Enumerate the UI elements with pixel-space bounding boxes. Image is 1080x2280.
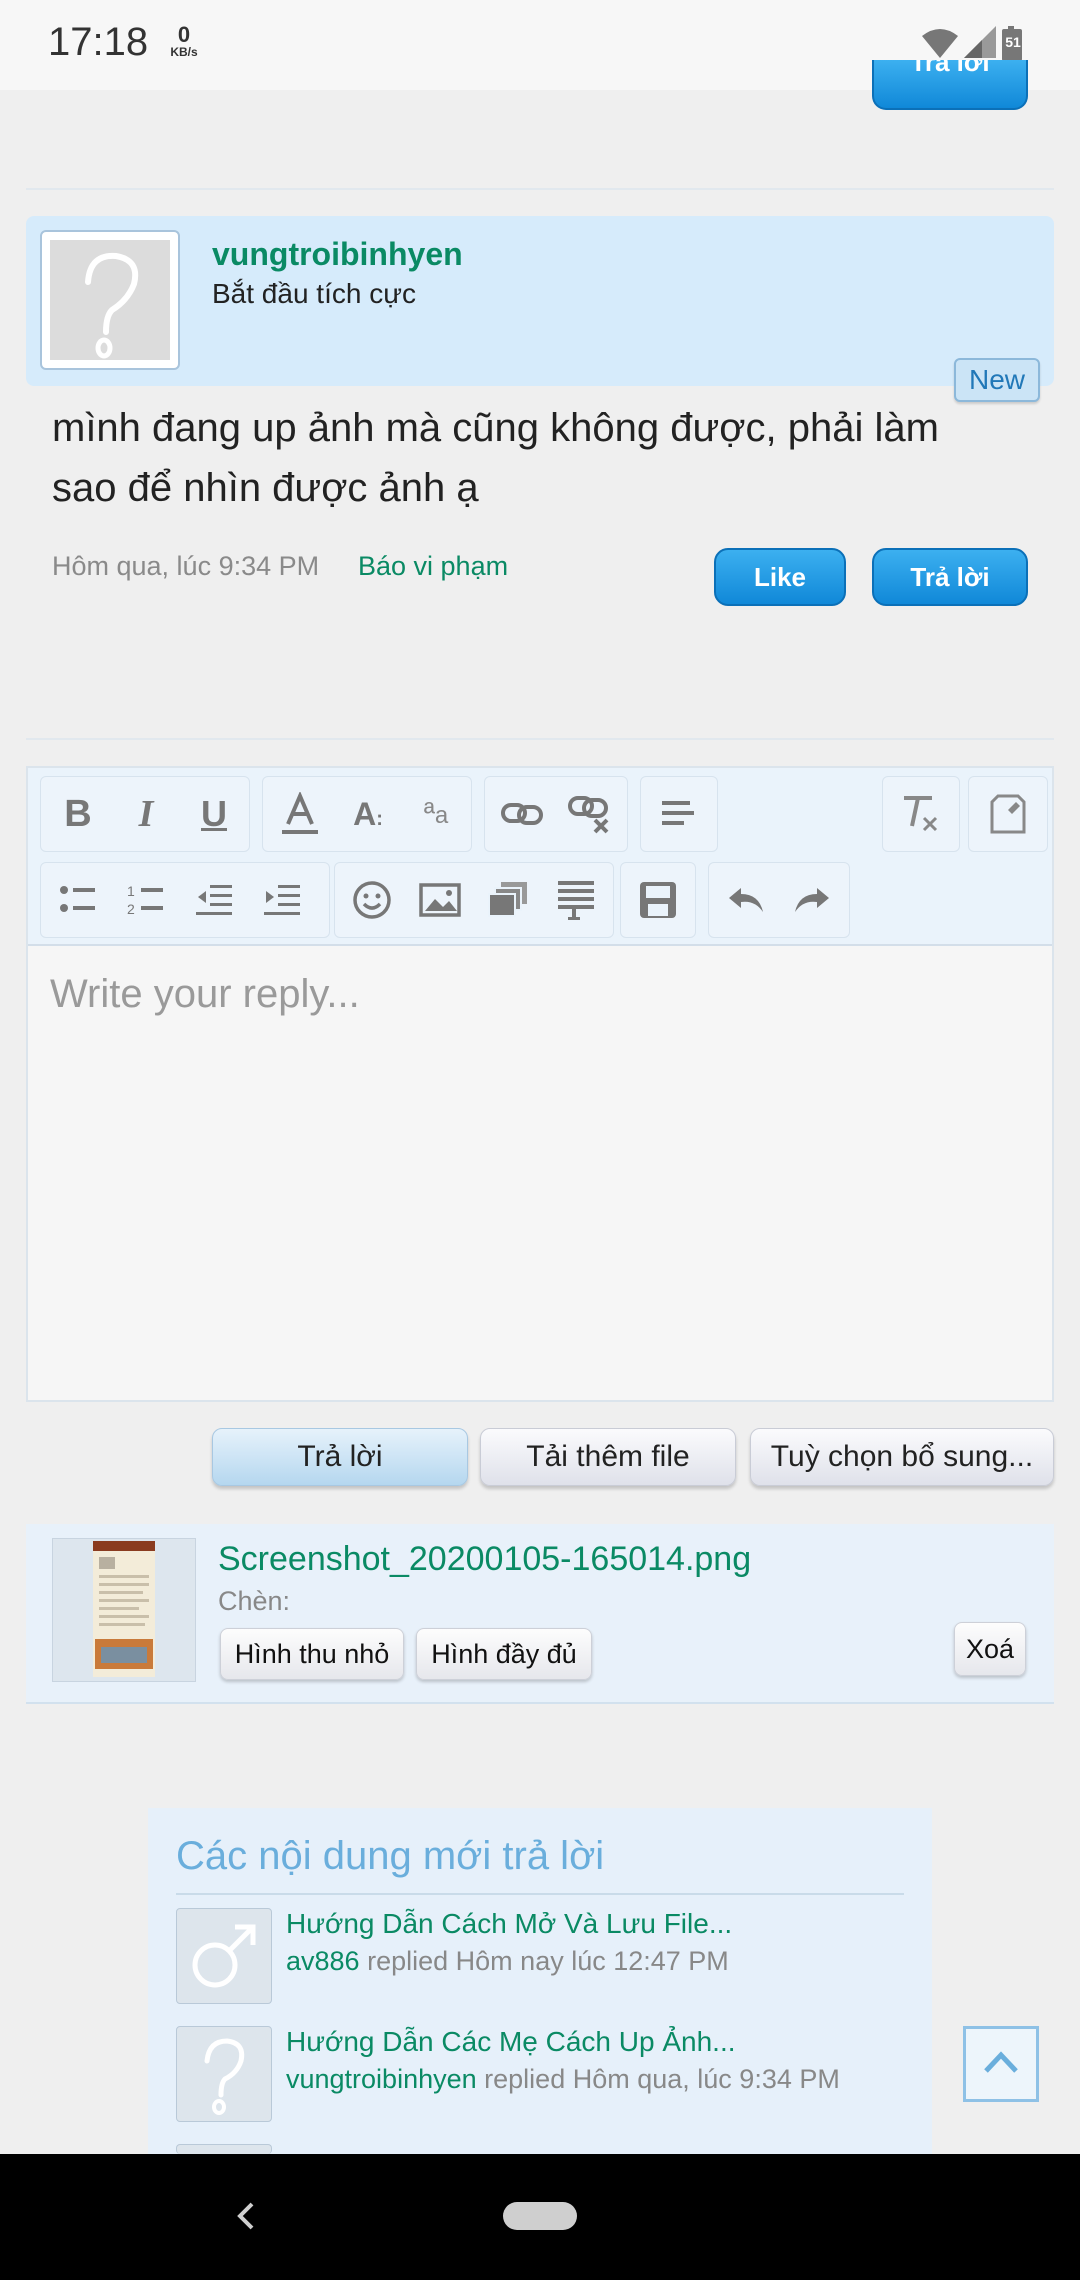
attachment-filename[interactable]: Screenshot_20200105-165014.png bbox=[218, 1540, 751, 1579]
reply-button[interactable]: Trả lời bbox=[872, 548, 1028, 606]
recent-thread-title[interactable]: Hướng Dẫn Cách Mở Và Lưu File... bbox=[286, 1908, 732, 1940]
editor-divider bbox=[26, 738, 1054, 740]
recent-thread-time: Hôm nay lúc 12:47 PM bbox=[455, 1946, 729, 1976]
back-icon[interactable] bbox=[226, 2196, 266, 2236]
more-options-button[interactable]: Tuỳ chọn bổ sung... bbox=[750, 1428, 1054, 1486]
svg-text:1: 1 bbox=[127, 883, 135, 899]
insert-label: Chèn: bbox=[218, 1586, 291, 1616]
post-date[interactable]: Hôm qua, lúc 9:34 PM bbox=[52, 551, 319, 582]
post-divider bbox=[26, 188, 1054, 190]
post-user-title: Bắt đầu tích cực bbox=[212, 278, 416, 309]
thread-avatar-partial bbox=[176, 2144, 272, 2154]
quote-icon[interactable] bbox=[548, 872, 604, 928]
recent-thread-time: Hôm qua, lúc 9:34 PM bbox=[572, 2064, 840, 2094]
italic-icon[interactable]: I bbox=[118, 786, 174, 842]
scroll-to-top-button[interactable] bbox=[963, 2026, 1039, 2102]
editor-toolbar: B I U A: ªa 12 bbox=[28, 768, 1052, 944]
toolbar-divider bbox=[28, 944, 1052, 946]
insert-thumbnail-button[interactable]: Hình thu nhỏ bbox=[220, 1628, 404, 1680]
undo-icon[interactable] bbox=[718, 872, 774, 928]
bullet-list-icon[interactable] bbox=[50, 872, 106, 928]
home-pill-button[interactable] bbox=[503, 2202, 577, 2230]
post-message: mình đang up ảnh mà cũng không được, phả… bbox=[52, 406, 939, 510]
font-family-icon[interactable]: ªa bbox=[408, 786, 464, 842]
recent-thread-title[interactable]: Hướng Dẫn Các Mẹ Cách Up Ảnh... bbox=[286, 2026, 736, 2058]
like-button[interactable]: Like bbox=[714, 548, 846, 606]
chevron-up-icon bbox=[984, 2051, 1018, 2073]
recent-thread-replied: replied bbox=[484, 2064, 566, 2094]
toggle-source-icon[interactable] bbox=[980, 786, 1036, 842]
post-username[interactable]: vungtroibinhyen bbox=[212, 236, 463, 273]
align-icon[interactable] bbox=[650, 786, 706, 842]
recent-thread-user[interactable]: av886 bbox=[286, 1946, 360, 1976]
redo-icon[interactable] bbox=[784, 872, 840, 928]
upload-file-button[interactable]: Tải thêm file bbox=[480, 1428, 736, 1486]
outdent-icon[interactable] bbox=[186, 872, 242, 928]
delete-attachment-button[interactable]: Xoá bbox=[954, 1622, 1026, 1676]
media-icon[interactable] bbox=[480, 872, 536, 928]
link-icon[interactable] bbox=[494, 786, 550, 842]
reply-textarea-placeholder[interactable]: Write your reply... bbox=[50, 972, 360, 1017]
insert-full-image-button[interactable]: Hình đầy đủ bbox=[416, 1628, 592, 1680]
font-size-icon[interactable]: A: bbox=[340, 786, 396, 842]
submit-reply-button[interactable]: Trả lời bbox=[212, 1428, 468, 1486]
recent-thread-meta: vungtroibinhyen replied Hôm qua, lúc 9:3… bbox=[286, 2064, 840, 2095]
thread-avatar-unknown-icon[interactable] bbox=[176, 2026, 272, 2122]
smiley-icon[interactable] bbox=[344, 872, 400, 928]
attachment-thumbnail[interactable] bbox=[52, 1538, 196, 1682]
recent-threads-title: Các nội dung mới trả lời bbox=[176, 1834, 605, 1878]
numbered-list-icon[interactable]: 12 bbox=[118, 872, 174, 928]
save-draft-icon[interactable] bbox=[630, 872, 686, 928]
bold-icon[interactable]: B bbox=[50, 786, 106, 842]
recent-thread-user[interactable]: vungtroibinhyen bbox=[286, 2064, 477, 2094]
new-badge: New bbox=[954, 358, 1040, 402]
indent-icon[interactable] bbox=[254, 872, 310, 928]
post-header bbox=[26, 216, 1054, 386]
image-icon[interactable] bbox=[412, 872, 468, 928]
default-avatar-icon bbox=[50, 240, 170, 360]
report-link[interactable]: Báo vi phạm bbox=[358, 551, 508, 582]
avatar[interactable] bbox=[40, 230, 180, 370]
font-color-icon[interactable] bbox=[272, 786, 328, 842]
recent-threads-divider bbox=[176, 1893, 904, 1895]
unlink-icon[interactable] bbox=[562, 786, 618, 842]
underline-icon[interactable]: U bbox=[186, 786, 242, 842]
svg-text:2: 2 bbox=[127, 901, 135, 917]
remove-format-icon[interactable] bbox=[892, 786, 948, 842]
recent-thread-replied: replied bbox=[367, 1946, 449, 1976]
recent-thread-meta: av886 replied Hôm nay lúc 12:47 PM bbox=[286, 1946, 729, 1977]
thread-avatar-male-icon[interactable] bbox=[176, 1908, 272, 2004]
